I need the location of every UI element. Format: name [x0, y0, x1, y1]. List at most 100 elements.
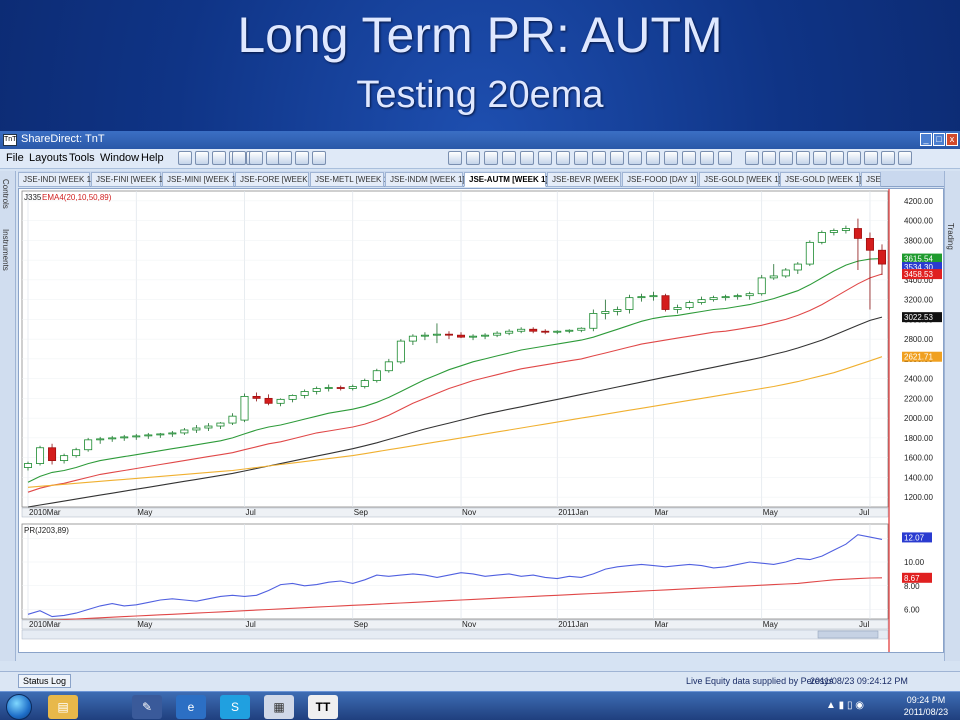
toolbar-button-icon[interactable]	[664, 151, 678, 165]
candle-body	[865, 238, 874, 251]
clock[interactable]: 09:24 PM 2011/08/23	[898, 694, 954, 718]
right-panel-bar: Trading	[944, 171, 960, 661]
toolbar-button-icon[interactable]	[700, 151, 714, 165]
instruments-panel-tab[interactable]: Instruments	[1, 229, 10, 271]
trading-panel-tab[interactable]: Trading	[946, 223, 955, 250]
toolbar-button-icon[interactable]	[312, 151, 326, 165]
toolbar-button-icon[interactable]	[195, 151, 209, 165]
pr-y-tick-label: 8.00	[904, 582, 920, 591]
horizontal-scrollbar	[21, 629, 889, 640]
toolbar-button-icon[interactable]	[448, 151, 462, 165]
chart-svg[interactable]: 1200.00 1400.00 1600.00 1800.00 2000.00 2200.…	[19, 189, 943, 652]
price-label-text: 2621.71	[904, 353, 933, 362]
clock-date: 2011/08/23	[903, 707, 949, 717]
candle-body	[408, 335, 417, 342]
menu-layouts[interactable]: Layouts	[29, 152, 68, 164]
toolbar-button-icon[interactable]	[847, 151, 861, 165]
chart-tab[interactable]: JSE-INDM [WEEK 1]	[385, 172, 465, 187]
slide-title: Long Term PR: AUTM	[237, 7, 723, 63]
toolbar-button-icon[interactable]	[574, 151, 588, 165]
toolbar-button-icon[interactable]	[556, 151, 570, 165]
chart-tab[interactable]: JSE-FINI [WEEK 1]	[91, 172, 165, 187]
chart-tab[interactable]: JSE-BEVR [WEEK 1]	[547, 172, 628, 187]
toolbar-button-icon[interactable]	[830, 151, 844, 165]
toolbar-button-icon[interactable]	[762, 151, 776, 165]
window-titlebar[interactable]: TnT ShareDirect: TnT _ □ x	[0, 131, 960, 149]
tools-icon[interactable]: ✎	[132, 695, 162, 719]
menu-tools[interactable]: Tools	[69, 152, 95, 164]
app-taskbar-icon[interactable]: TT	[308, 695, 338, 719]
browser-icon[interactable]: e	[176, 695, 206, 719]
price-label-text: 3458.53	[904, 270, 933, 279]
chart-tab[interactable]: JSE-FOOD [DAY 1]	[622, 172, 698, 187]
candle-body	[793, 263, 802, 271]
toolbar-button-icon[interactable]	[864, 151, 878, 165]
toolbar-button-icon[interactable]	[881, 151, 895, 165]
status-datetime: 2011/08/23 09:24:12 PM	[810, 676, 908, 686]
toolbar-button-icon[interactable]	[484, 151, 498, 165]
toolbar-button-icon[interactable]	[502, 151, 516, 165]
candle-body	[613, 309, 622, 312]
toolbar-button-icon[interactable]	[538, 151, 552, 165]
candle-body	[372, 370, 381, 382]
toolbar-button-icon[interactable]	[592, 151, 606, 165]
chart-tab[interactable]: JSE-MINI [WEEK 1]	[162, 172, 238, 187]
document-icon[interactable]: ▦	[264, 695, 294, 719]
toolbar-button-icon[interactable]	[779, 151, 793, 165]
candle-body	[637, 296, 646, 299]
candle-body	[457, 334, 466, 338]
toolbar-button-icon[interactable]	[898, 151, 912, 165]
candle-body	[252, 395, 261, 399]
candle-body	[769, 275, 778, 279]
chart-tab[interactable]: JSE-GOLD [WEEK 1]	[699, 172, 781, 187]
candle-body	[288, 395, 297, 400]
toolbar-button-icon[interactable]	[212, 151, 226, 165]
toolbar-button-icon[interactable]	[628, 151, 642, 165]
pr-x-tick-label: Sep	[354, 620, 369, 629]
candle-body	[469, 335, 478, 338]
menu-window[interactable]: Window	[100, 152, 139, 164]
y-tick-label: 2400.00	[904, 375, 933, 384]
x-tick-label: Nov	[462, 508, 476, 517]
status-bar: Status Log Live Equity data supplied by …	[0, 671, 960, 691]
toolbar-button-icon[interactable]	[718, 151, 732, 165]
window-title: ShareDirect: TnT	[21, 133, 105, 145]
chart-area[interactable]: 1200.00 1400.00 1600.00 1800.00 2000.00 2200.…	[18, 188, 944, 653]
minimize-button[interactable]: _	[920, 133, 932, 146]
toolbar-button-icon[interactable]	[682, 151, 696, 165]
toolbar-button-icon[interactable]	[520, 151, 534, 165]
toolbar-button-icon[interactable]	[813, 151, 827, 165]
candle-body	[240, 395, 249, 421]
folder-icon[interactable]: ▤	[48, 695, 78, 719]
toolbar-button-icon[interactable]	[232, 151, 246, 165]
toolbar-button-icon[interactable]	[610, 151, 624, 165]
skype-icon[interactable]: S	[220, 695, 250, 719]
start-button[interactable]	[6, 694, 32, 720]
x-tick-label: May	[763, 508, 778, 517]
chart-tab[interactable]: JSE-INDI [WEEK 1]	[18, 172, 93, 187]
menu-help[interactable]: Help	[141, 152, 164, 164]
toolbar-button-icon[interactable]	[745, 151, 759, 165]
system-tray-icons[interactable]: ▲ ▮ ▯ ◉	[826, 700, 864, 711]
toolbar-button-icon[interactable]	[646, 151, 660, 165]
toolbar-button-icon[interactable]	[249, 151, 263, 165]
close-button[interactable]: x	[946, 133, 958, 146]
chart-tab[interactable]: JSE	[861, 172, 881, 187]
toolbar-button-icon[interactable]	[796, 151, 810, 165]
candle-body	[84, 439, 93, 451]
chart-tab[interactable]: JSE-FORE [WEEK 1]	[235, 172, 316, 187]
candle-body	[661, 295, 670, 310]
toolbar-button-icon[interactable]	[466, 151, 480, 165]
menu-file[interactable]: File	[6, 152, 24, 164]
y-tick-label: 1200.00	[904, 493, 933, 502]
toolbar-button-icon[interactable]	[178, 151, 192, 165]
chart-tab[interactable]: JSE-AUTM [WEEK 1]	[464, 172, 548, 187]
chart-tab[interactable]: JSE-GOLD [WEEK 1]	[780, 172, 862, 187]
status-log-tab[interactable]: Status Log	[18, 674, 72, 688]
candle-body	[685, 302, 694, 308]
toolbar-button-icon[interactable]	[295, 151, 309, 165]
controls-panel-tab[interactable]: Controls	[1, 179, 10, 209]
chart-tab[interactable]: JSE-METL [WEEK 1]	[310, 172, 390, 187]
maximize-button[interactable]: □	[933, 133, 945, 146]
toolbar-button-icon[interactable]	[278, 151, 292, 165]
